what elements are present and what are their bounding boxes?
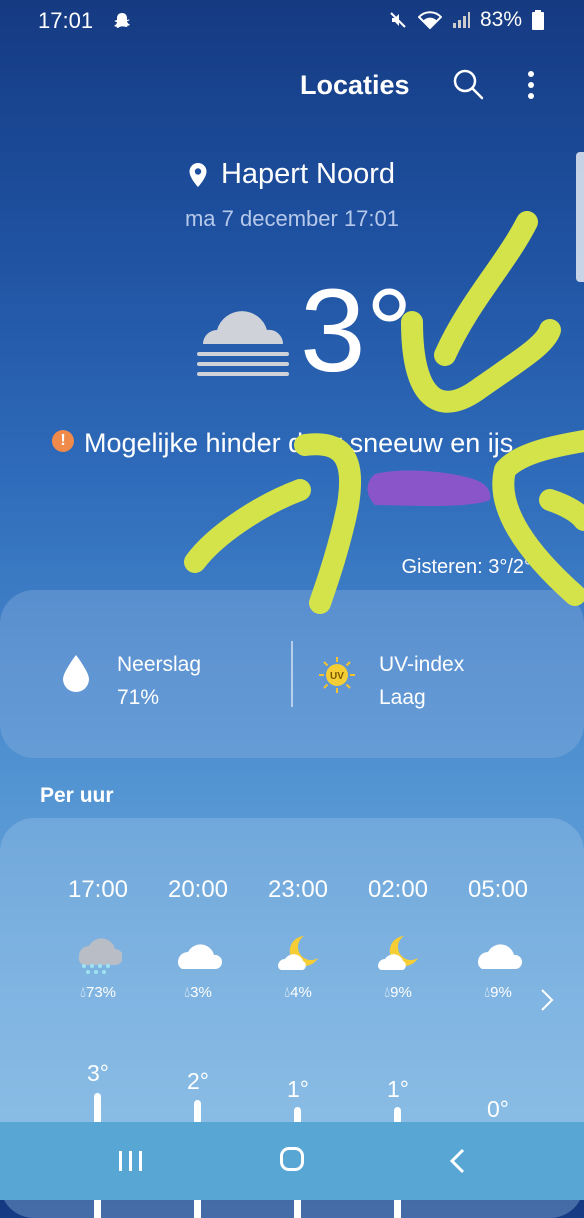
yesterday-temperature: Gisteren: 3°/2° bbox=[401, 556, 533, 578]
snapchat-icon bbox=[114, 13, 130, 28]
hourly-time: 02:00 bbox=[367, 876, 429, 903]
uv-value: Laag bbox=[379, 686, 426, 709]
location-row[interactable]: Hapert Noord bbox=[0, 158, 584, 191]
battery-percent: 83% bbox=[479, 8, 522, 31]
precipitation-value: 71% bbox=[117, 686, 160, 709]
uv-badge-text: UV bbox=[330, 671, 344, 682]
moon-cloud-icon bbox=[378, 936, 418, 970]
hourly-time: 17:00 bbox=[67, 876, 129, 903]
location-pin-icon bbox=[189, 162, 207, 187]
signal-icon bbox=[452, 12, 470, 28]
location-name: Hapert Noord bbox=[220, 158, 396, 190]
details-divider bbox=[291, 641, 293, 707]
hourly-time: 20:00 bbox=[167, 876, 229, 903]
status-bar: 17:01 83% bbox=[0, 0, 584, 44]
hourly-heading: Per uur bbox=[40, 784, 114, 807]
hourly-temp: 2° bbox=[187, 1068, 209, 1094]
home-button[interactable] bbox=[280, 1147, 304, 1171]
hourly-time: 23:00 bbox=[267, 876, 329, 903]
recent-apps-icon[interactable] bbox=[118, 1150, 144, 1172]
search-icon[interactable] bbox=[452, 68, 484, 100]
snow-rain-cloud-icon bbox=[78, 938, 122, 974]
chevron-right-icon[interactable] bbox=[540, 988, 554, 1012]
battery-icon bbox=[532, 10, 544, 30]
hourly-temp: 3° bbox=[87, 1060, 109, 1086]
status-time: 17:01 bbox=[38, 8, 94, 33]
mute-icon bbox=[390, 12, 406, 28]
more-options-icon[interactable] bbox=[521, 70, 541, 100]
hourly-precip: 💧︎9% bbox=[484, 984, 512, 1001]
hourly-time: 05:00 bbox=[467, 876, 529, 903]
hourly-precip: 💧︎9% bbox=[384, 984, 412, 1001]
page-title[interactable]: Locaties bbox=[300, 70, 410, 101]
moon-cloud-icon bbox=[278, 936, 318, 970]
cloud-icon bbox=[477, 944, 522, 969]
fog-icon bbox=[197, 311, 289, 376]
hourly-temp: 0° bbox=[487, 1096, 509, 1122]
warning-icon: ! bbox=[52, 430, 74, 452]
uv-label: UV-index bbox=[379, 653, 465, 676]
cloud-icon bbox=[177, 944, 222, 969]
hourly-precip: 💧︎4% bbox=[284, 984, 312, 1001]
precipitation-drop-icon bbox=[63, 655, 89, 692]
precipitation-label: Neerslag bbox=[117, 653, 202, 676]
status-right: 83% bbox=[388, 8, 544, 32]
wifi-icon bbox=[417, 11, 442, 30]
hourly-precip: 💧︎73% bbox=[79, 984, 117, 1001]
precipitation-info: Neerslag 71% bbox=[117, 648, 201, 714]
hourly-temp: 1° bbox=[387, 1076, 409, 1102]
warning-text: Mogelijke hinder door sneeuw en ijs bbox=[84, 428, 514, 458]
hourly-precip: 💧︎3% bbox=[184, 984, 212, 1001]
date-time: ma 7 december 17:01 bbox=[184, 206, 400, 231]
weather-warning[interactable]: ! Mogelijke hinder door sneeuw en ijs bbox=[52, 425, 522, 461]
uv-index-icon: UV bbox=[319, 657, 355, 693]
hourly-temp: 1° bbox=[287, 1076, 309, 1102]
uv-info: UV-index Laag bbox=[379, 648, 464, 714]
current-temperature: 3° bbox=[300, 265, 413, 397]
back-icon[interactable] bbox=[448, 1148, 466, 1174]
